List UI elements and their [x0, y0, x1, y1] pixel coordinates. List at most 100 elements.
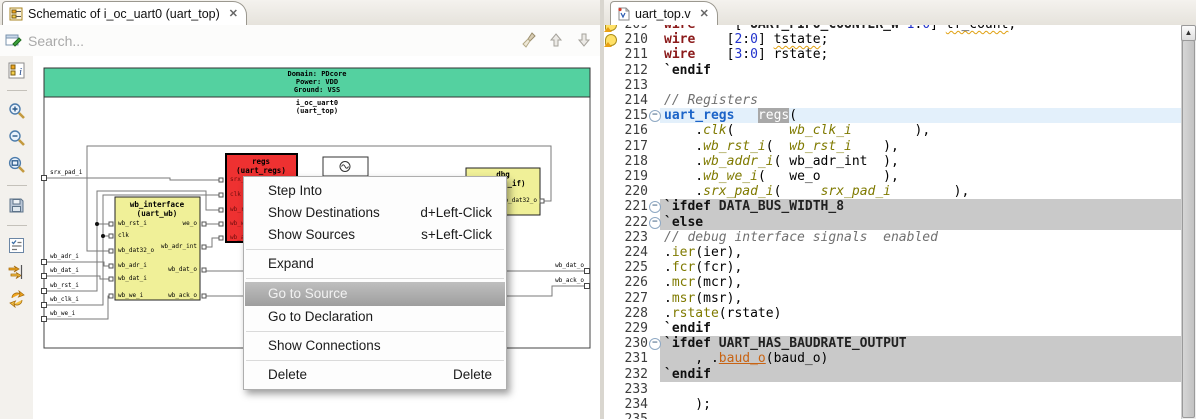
menu-item-label: Go to Source: [268, 286, 348, 301]
editor-scrollbar[interactable]: ▲: [1181, 25, 1196, 419]
context-menu: Step Into Show Destinations d+Left-Click Sh…: [243, 176, 507, 390]
code-line[interactable]: .clk( wb_clk_i ),: [664, 123, 1182, 138]
scroll-up-button[interactable]: ▲: [1181, 25, 1196, 41]
schematic-tab-icon: [9, 7, 23, 20]
line-number: 218: [624, 153, 648, 169]
line-number: 233: [624, 381, 648, 397]
verilog-file-icon: [618, 7, 630, 20]
fold-collapse-icon[interactable]: −: [649, 216, 661, 229]
menu-item-step-into[interactable]: Step Into: [245, 180, 505, 202]
code-line[interactable]: `endif: [664, 321, 1182, 336]
code-line[interactable]: uart_regs regs(: [664, 108, 1182, 124]
search-input[interactable]: [26, 29, 490, 53]
code-line[interactable]: .wb_rst_i( wb_rst_i ),: [664, 139, 1182, 154]
toolbar-separator: [6, 185, 27, 186]
line-number: 221: [624, 199, 648, 215]
code-line[interactable]: `ifdef UART_HAS_BAUDRATE_OUTPUT: [664, 336, 1182, 351]
save-icon[interactable]: [8, 197, 25, 214]
line-number: 227: [624, 290, 648, 306]
trace-signals-icon[interactable]: [7, 263, 26, 281]
menu-item-show-destinations[interactable]: Show Destinations d+Left-Click: [245, 202, 505, 224]
zoom-fit-icon[interactable]: [8, 156, 26, 174]
menu-item-delete[interactable]: Delete Delete: [245, 364, 505, 386]
code-line[interactable]: `endif: [664, 367, 1182, 382]
menu-item-label: Go to Declaration: [268, 309, 374, 324]
menu-separator: [246, 249, 504, 250]
code-line[interactable]: );: [664, 397, 1182, 412]
options-list-icon[interactable]: [8, 237, 25, 254]
line-number: 214: [624, 93, 648, 108]
line-number: 220: [624, 184, 648, 200]
code-line[interactable]: `ifdef DATA_BUS_WIDTH_8: [664, 199, 1182, 214]
tab-editor-label: uart_top.v: [635, 6, 691, 21]
schematic-tabbar: Schematic of i_oc_uart0 (uart_top) ✕: [0, 0, 600, 26]
code-line[interactable]: .msr(msr),: [664, 291, 1182, 306]
svg-text:i: i: [19, 66, 22, 78]
code-line[interactable]: .wb_we_i( we_o ),: [664, 169, 1182, 184]
menu-separator: [246, 331, 504, 332]
schematic-search-toolbar: [0, 25, 600, 57]
code-line[interactable]: .ier(ier),: [664, 245, 1182, 260]
menu-separator: [246, 278, 504, 279]
refresh-icon[interactable]: [8, 290, 26, 308]
line-number: 211: [624, 47, 648, 63]
panel-splitter[interactable]: [600, 0, 604, 419]
code-line[interactable]: , .baud_o(baud_o): [664, 351, 1182, 366]
menu-item-label: Show Connections: [268, 338, 381, 353]
code-line[interactable]: `else: [664, 215, 1182, 230]
code-line[interactable]: wire [3:0] rstate;: [664, 47, 1182, 62]
edit-annotate-icon[interactable]: [5, 31, 23, 49]
menu-item-show-connections[interactable]: Show Connections: [245, 335, 505, 357]
line-number: 216: [624, 123, 648, 139]
editor-tabbar: uart_top.v ✕: [604, 0, 1196, 26]
toolbar-separator: [6, 225, 27, 226]
code-line[interactable]: wire [2:0] tstate;: [664, 32, 1182, 47]
scrollbar-thumb[interactable]: [1182, 40, 1195, 418]
code-line[interactable]: .fcr(fcr),: [664, 260, 1182, 275]
blocks-info-icon[interactable]: i: [8, 62, 25, 79]
schematic-vertical-toolbar: i: [0, 56, 34, 419]
code-line[interactable]: .srx_pad_i( srx_pad_i ),: [664, 184, 1182, 199]
zoom-out-icon[interactable]: [8, 129, 26, 147]
line-number: 231: [624, 351, 648, 367]
broom-clear-icon[interactable]: [520, 31, 538, 49]
menu-item-go-to-declaration[interactable]: Go to Declaration: [245, 306, 505, 328]
line-number: 228: [624, 305, 648, 321]
line-number: 232: [624, 366, 648, 382]
line-number: 210: [624, 32, 648, 48]
code-line[interactable]: wire [ UART_FIFO_COUNTER_W-1:0] tf_count…: [664, 25, 1182, 32]
line-number: 224: [624, 245, 648, 260]
arrow-up-icon[interactable]: [547, 31, 565, 49]
code-line[interactable]: `endif: [664, 63, 1182, 78]
menu-item-show-sources[interactable]: Show Sources s+Left-Click: [245, 224, 505, 246]
code-editor[interactable]: 209 wire [ UART_FIFO_COUNTER_W-1:0] tf_co…: [604, 25, 1196, 419]
code-line[interactable]: .mcr(mcr),: [664, 275, 1182, 290]
menu-item-accelerator: Delete: [452, 367, 492, 382]
line-number: 235: [614, 412, 648, 419]
line-number: 215: [624, 108, 648, 124]
menu-item-label: Expand: [268, 256, 314, 271]
menu-item-expand[interactable]: Expand: [245, 253, 505, 275]
arrow-down-icon[interactable]: [575, 31, 593, 49]
eda-workbench: Schematic of i_oc_uart0 (uart_top) ✕ i: [0, 0, 1196, 419]
tab-uart-top-v[interactable]: uart_top.v ✕: [610, 1, 718, 25]
menu-item-go-to-source[interactable]: Go to Source: [245, 282, 505, 306]
line-number: 217: [624, 138, 648, 154]
menu-item-label: Show Destinations: [268, 205, 380, 220]
line-number: 209: [614, 25, 648, 32]
close-icon[interactable]: ✕: [229, 7, 238, 20]
tab-schematic[interactable]: Schematic of i_oc_uart0 (uart_top) ✕: [2, 1, 247, 25]
tab-schematic-label: Schematic of i_oc_uart0 (uart_top): [28, 6, 220, 21]
line-number: 226: [624, 275, 648, 291]
zoom-in-icon[interactable]: [8, 102, 26, 120]
menu-item-accelerator: s+Left-Click: [421, 227, 492, 242]
code-line[interactable]: // debug interface signals enabled: [664, 230, 1182, 245]
code-line[interactable]: .rstate(rstate): [664, 306, 1182, 321]
menu-item-label: Show Sources: [268, 227, 356, 242]
code-line[interactable]: // Registers: [664, 93, 1182, 108]
line-number: 229: [624, 321, 648, 336]
line-number: 225: [624, 260, 648, 276]
code-line[interactable]: .wb_addr_i( wb_adr_int ),: [664, 154, 1182, 169]
close-icon[interactable]: ✕: [700, 7, 709, 20]
line-number: 219: [624, 169, 648, 184]
